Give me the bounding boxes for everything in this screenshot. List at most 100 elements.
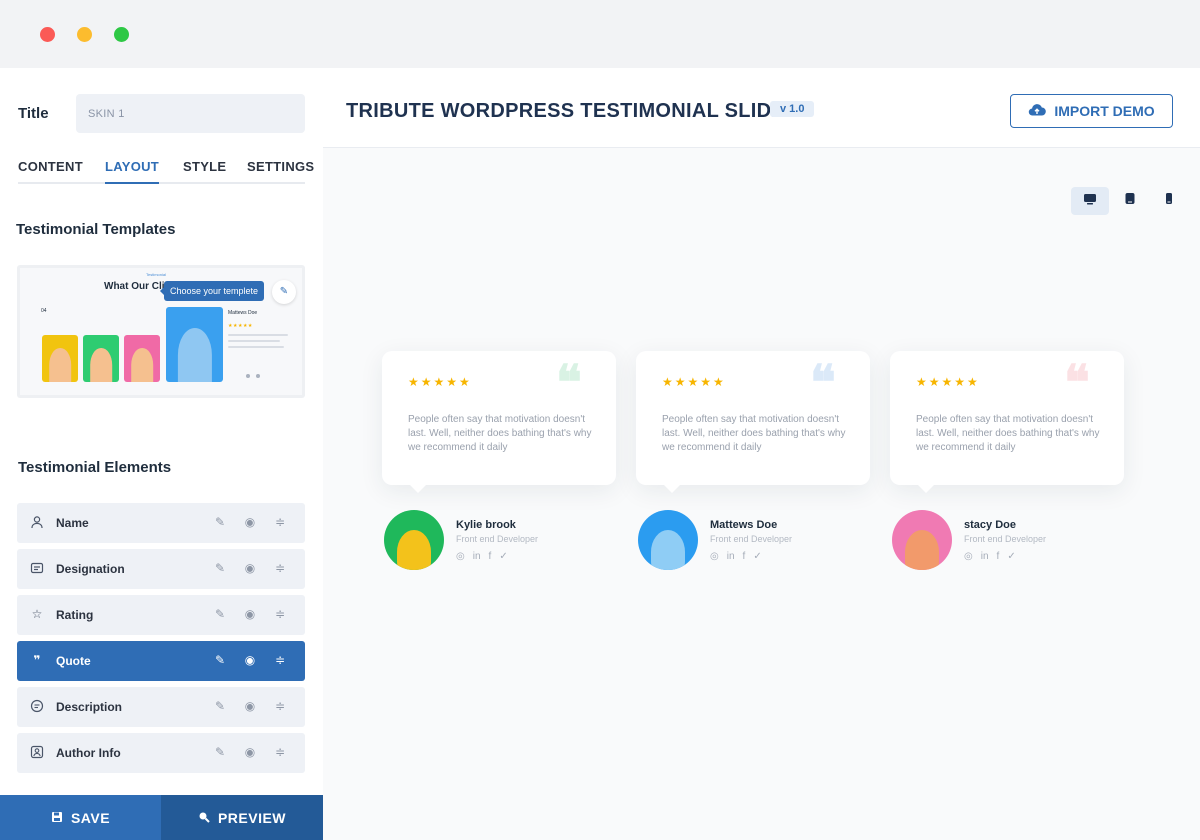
- template-heading: What Our Cli: [104, 281, 165, 292]
- cloud-upload-icon: [1028, 103, 1047, 120]
- element-label: Description: [56, 700, 123, 714]
- main-header: TRIBUTE WORDPRESS TESTIMONIAL SLIDER v 1…: [323, 68, 1200, 148]
- author-role: Front end Developer: [710, 534, 793, 544]
- maximize-window-button[interactable]: [114, 27, 129, 42]
- author-role: Front end Developer: [456, 534, 539, 544]
- description-icon: [30, 699, 44, 713]
- edit-icon[interactable]: ✎: [212, 560, 228, 576]
- mobile-icon: [1165, 192, 1173, 210]
- template-text-line: [228, 334, 288, 336]
- edit-template-button[interactable]: ✎: [272, 280, 296, 304]
- eye-icon[interactable]: ◉: [242, 606, 258, 622]
- avatar: [638, 510, 698, 570]
- testimonial-text: People often say that motivation doesn't…: [408, 414, 592, 453]
- tablet-icon: [1124, 192, 1136, 210]
- twitter-icon[interactable]: ✓: [753, 551, 761, 562]
- template-slider-dot: [246, 374, 250, 378]
- linkedin-icon[interactable]: in: [727, 551, 735, 562]
- edit-icon[interactable]: ✎: [212, 744, 228, 760]
- avatar: [892, 510, 952, 570]
- instagram-icon[interactable]: ◎: [710, 551, 719, 562]
- main-area: TRIBUTE WORDPRESS TESTIMONIAL SLIDER v 1…: [323, 68, 1200, 840]
- element-row-description[interactable]: Description ✎ ◉ ≑: [17, 687, 305, 727]
- preview-button[interactable]: PREVIEW: [161, 795, 323, 840]
- twitter-icon[interactable]: ✓: [499, 551, 507, 562]
- linkedin-icon[interactable]: in: [981, 551, 989, 562]
- eye-icon[interactable]: ◉: [242, 698, 258, 714]
- preview-label: PREVIEW: [217, 809, 287, 826]
- eye-icon[interactable]: ◉: [242, 560, 258, 576]
- title-input[interactable]: [76, 94, 305, 133]
- author-name: Kylie brook: [456, 519, 516, 531]
- edit-icon[interactable]: ✎: [212, 698, 228, 714]
- title-row: Title: [18, 94, 305, 134]
- sidebar: Title CONTENT LAYOUT STYLE SETTINGS Test…: [0, 68, 323, 840]
- drag-handle-icon[interactable]: ≑: [272, 744, 288, 760]
- save-button[interactable]: SAVE: [0, 795, 161, 840]
- page-title: TRIBUTE WORDPRESS TESTIMONIAL SLIDER: [346, 100, 800, 122]
- user-icon: [30, 515, 44, 529]
- desktop-view-button[interactable]: [1071, 187, 1109, 215]
- template-thumb: [124, 335, 160, 382]
- social-links: ◎ in f ✓: [710, 551, 762, 562]
- eye-icon[interactable]: ◉: [242, 652, 258, 668]
- search-icon: [198, 810, 210, 826]
- facebook-icon[interactable]: f: [743, 551, 746, 562]
- social-links: ◎ in f ✓: [456, 551, 508, 562]
- element-row-designation[interactable]: Designation ✎ ◉ ≑: [17, 549, 305, 589]
- tab-style[interactable]: STYLE: [183, 159, 226, 184]
- testimonial-bubble: ★★★★★ ❝ People often say that motivation…: [382, 351, 616, 493]
- element-row-rating[interactable]: ☆ Rating ✎ ◉ ≑: [17, 595, 305, 635]
- tab-settings[interactable]: SETTINGS: [247, 159, 314, 184]
- template-counter: 04: [41, 308, 47, 314]
- twitter-icon[interactable]: ✓: [1007, 551, 1015, 562]
- version-badge: v 1.0: [770, 101, 815, 117]
- instagram-icon[interactable]: ◎: [456, 551, 465, 562]
- edit-icon[interactable]: ✎: [212, 652, 228, 668]
- import-demo-button[interactable]: IMPORT DEMO: [1010, 94, 1173, 128]
- template-preview-card[interactable]: Testimonial What Our Cli Choose your tem…: [17, 265, 305, 398]
- element-row-name[interactable]: Name ✎ ◉ ≑: [17, 503, 305, 543]
- template-small-label: Testimonial: [146, 272, 167, 277]
- edit-icon[interactable]: ✎: [212, 514, 228, 530]
- element-row-quote[interactable]: ❞ Quote ✎ ◉ ≑: [17, 641, 305, 681]
- template-thumb: [42, 335, 78, 382]
- rating-stars: ★★★★★: [916, 375, 980, 389]
- edit-icon: ✎: [279, 286, 289, 297]
- template-stars: ★★★★★: [228, 323, 253, 329]
- edit-icon[interactable]: ✎: [212, 606, 228, 622]
- close-window-button[interactable]: [40, 27, 55, 42]
- element-label: Designation: [56, 562, 125, 576]
- tab-content[interactable]: CONTENT: [18, 159, 83, 184]
- minimize-window-button[interactable]: [77, 27, 92, 42]
- drag-handle-icon[interactable]: ≑: [272, 652, 288, 668]
- avatar-person: [905, 530, 939, 570]
- avatar-person: [651, 530, 685, 570]
- author-name: Mattews Doe: [710, 519, 778, 531]
- drag-handle-icon[interactable]: ≑: [272, 606, 288, 622]
- instagram-icon[interactable]: ◎: [964, 551, 973, 562]
- element-label: Name: [56, 516, 89, 530]
- id-card-icon: [30, 561, 44, 575]
- tab-layout[interactable]: LAYOUT: [105, 159, 160, 184]
- template-text-line: [228, 340, 280, 342]
- elements-heading: Testimonial Elements: [18, 459, 172, 476]
- testimonial-bubble: ★★★★★ ❝ People often say that motivation…: [636, 351, 870, 493]
- avatar-person: [397, 530, 431, 570]
- drag-handle-icon[interactable]: ≑: [272, 560, 288, 576]
- quote-icon: ❝: [556, 355, 582, 411]
- element-row-author-info[interactable]: Author Info ✎ ◉ ≑: [17, 733, 305, 773]
- linkedin-icon[interactable]: in: [473, 551, 481, 562]
- mobile-view-button[interactable]: [1150, 187, 1188, 215]
- element-label: Rating: [56, 608, 94, 622]
- tablet-view-button[interactable]: [1111, 187, 1149, 215]
- templates-heading: Testimonial Templates: [16, 221, 176, 238]
- title-label: Title: [18, 105, 49, 122]
- drag-handle-icon[interactable]: ≑: [272, 698, 288, 714]
- rating-stars: ★★★★★: [408, 375, 472, 389]
- eye-icon[interactable]: ◉: [242, 514, 258, 530]
- facebook-icon[interactable]: f: [997, 551, 1000, 562]
- eye-icon[interactable]: ◉: [242, 744, 258, 760]
- drag-handle-icon[interactable]: ≑: [272, 514, 288, 530]
- facebook-icon[interactable]: f: [489, 551, 492, 562]
